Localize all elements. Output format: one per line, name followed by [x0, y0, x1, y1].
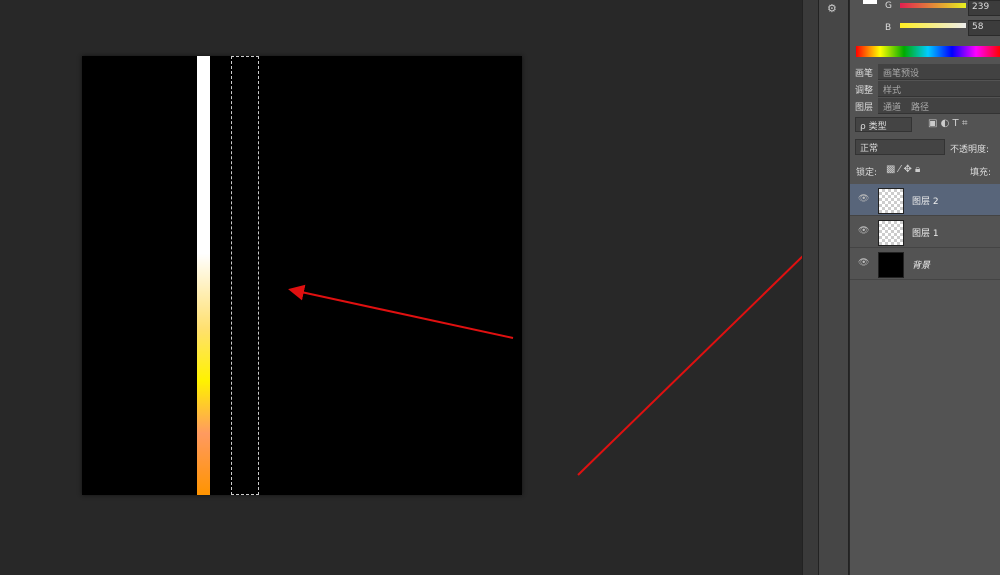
eye-icon[interactable]: 👁︎: [858, 194, 869, 204]
layer-name: 背景: [912, 261, 931, 271]
b-label: B: [885, 23, 892, 33]
tab-paths[interactable]: 路径: [906, 98, 934, 114]
collapsed-panel-strip: ⚙: [818, 0, 849, 575]
layer-thumbnail: [878, 252, 904, 278]
b-slider[interactable]: [900, 23, 966, 28]
brush-tabs: 画笔 画笔预设: [850, 64, 1000, 80]
tab-brush-presets[interactable]: 画笔预设: [878, 64, 924, 80]
lock-label: 锁定:: [856, 168, 878, 178]
filter-icons[interactable]: ▣ ◐ T ⌗: [928, 118, 967, 129]
b-value[interactable]: 58: [968, 20, 1000, 36]
tab-brush[interactable]: 画笔: [850, 64, 879, 80]
eye-icon[interactable]: 👁︎: [858, 226, 869, 236]
layer-name: 图层 1: [912, 229, 939, 239]
layer-row[interactable]: 👁︎ 背景: [850, 248, 1000, 280]
blend-mode-select[interactable]: 正常: [855, 139, 945, 155]
layer-name: 图层 2: [912, 197, 939, 207]
tab-layers[interactable]: 图层: [850, 98, 879, 114]
layer-thumbnail: [878, 188, 904, 214]
layer-filter-select[interactable]: ρ 类型: [855, 117, 912, 132]
fill-label: 填充:: [970, 168, 992, 178]
tab-styles[interactable]: 样式: [878, 81, 906, 97]
tab-adjustments[interactable]: 调整: [850, 81, 879, 97]
opacity-label: 不透明度:: [950, 145, 990, 155]
layer-row[interactable]: 👁︎ 图层 1: [850, 216, 1000, 248]
color-spectrum[interactable]: [856, 46, 1000, 57]
layers-tabs: 图层 通道 路径: [850, 98, 1000, 114]
g-value[interactable]: 239: [968, 0, 1000, 16]
properties-icon[interactable]: ⚙: [827, 2, 837, 15]
g-slider[interactable]: [900, 3, 966, 8]
layer-thumbnail: [878, 220, 904, 246]
eye-icon[interactable]: 👁︎: [858, 258, 869, 268]
color-swatch[interactable]: [863, 0, 877, 4]
panel-dock: [802, 0, 818, 575]
lock-icons[interactable]: ▩ ⁄ ✥ 🔒︎: [886, 164, 920, 175]
layer-row[interactable]: 👁︎ 图层 2: [850, 184, 1000, 216]
tab-channels[interactable]: 通道: [878, 98, 906, 114]
right-panel: G 239 B 58 画笔 画笔预设 调整 样式 图层 通道 路径 ρ 类型 ▣ ◐ T…: [850, 0, 1000, 575]
adjust-tabs: 调整 样式: [850, 81, 1000, 97]
g-label: G: [885, 1, 892, 11]
arrow-to-selection: [288, 284, 514, 339]
